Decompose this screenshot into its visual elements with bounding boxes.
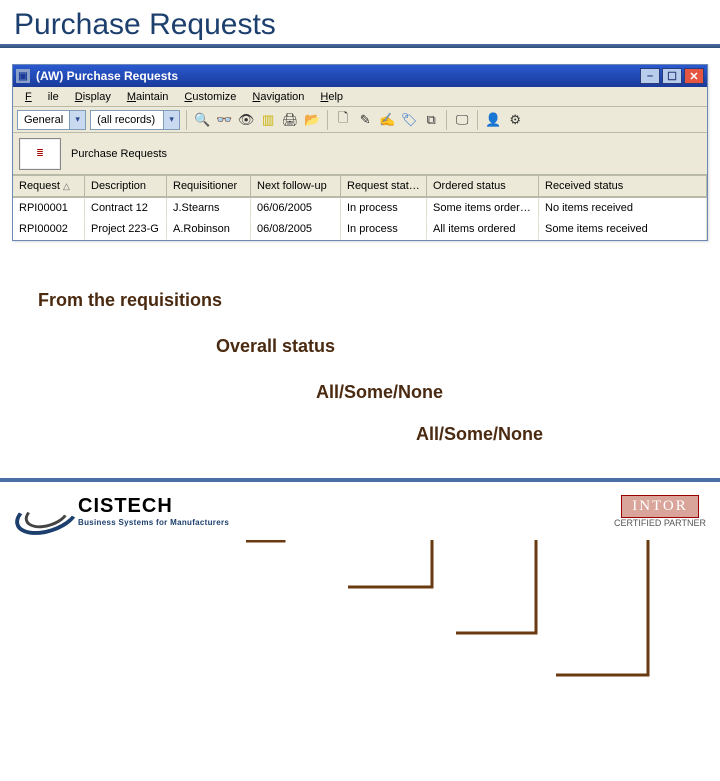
toolbar-separator: [327, 110, 328, 130]
sign-icon[interactable]: ✍: [378, 111, 396, 129]
menu-file[interactable]: File: [17, 89, 67, 105]
user-icon[interactable]: 👤: [484, 111, 502, 129]
close-button[interactable]: ✕: [684, 68, 704, 84]
app-system-icon: ▣: [16, 69, 30, 83]
toolbar: General ▾ (all records) ▾ 🔍 👓 👁 ▥ 🖨 📂 🗋 …: [13, 107, 707, 133]
cell: RPI00002: [13, 219, 85, 240]
col-description[interactable]: Description: [85, 176, 167, 198]
open-icon[interactable]: 📂: [303, 111, 321, 129]
cell: Contract 12: [85, 198, 167, 219]
slide-title: Purchase Requests: [0, 0, 720, 44]
tab-card-icon[interactable]: ≣: [19, 138, 61, 170]
table-row[interactable]: RPI00001 Contract 12 J.Stearns 06/06/200…: [13, 198, 707, 219]
cell: Some items received: [539, 219, 707, 240]
toolbar-separator: [186, 110, 187, 130]
slide-footer: CISTECH Business Systems for Manufacture…: [0, 478, 720, 540]
grid-header: Request△ Description Requisitioner Next …: [13, 176, 707, 198]
cell: A.Robinson: [167, 219, 251, 240]
annotation-all-some-none-2: All/Some/None: [416, 424, 543, 445]
find-icon[interactable]: 🔍: [193, 111, 211, 129]
cell: Some items ordered: [427, 198, 539, 219]
tabstrip: ≣ Purchase Requests: [13, 133, 707, 175]
cell: All items ordered: [427, 219, 539, 240]
cell: 06/06/2005: [251, 198, 341, 219]
table-row[interactable]: RPI00002 Project 223-G A.Robinson 06/08/…: [13, 219, 707, 240]
chevron-down-icon[interactable]: ▾: [163, 111, 179, 129]
menu-maintain[interactable]: Maintain: [119, 89, 177, 105]
annotation-requisitions: From the requisitions: [38, 290, 222, 311]
toolbar-separator: [477, 110, 478, 130]
cell: In process: [341, 198, 427, 219]
col-next-followup[interactable]: Next follow-up: [251, 176, 341, 198]
cell: 06/08/2005: [251, 219, 341, 240]
col-received-status[interactable]: Received status: [539, 176, 707, 198]
binoculars-icon[interactable]: 👓: [215, 111, 233, 129]
menubar: File Display Maintain Customize Navigati…: [13, 87, 707, 107]
cistech-logo: CISTECH Business Systems for Manufacture…: [14, 495, 229, 527]
edit-icon[interactable]: ✎: [356, 111, 374, 129]
logo-swoosh-icon: [14, 495, 72, 527]
cell: No items received: [539, 198, 707, 219]
view-combo-value: General: [18, 114, 69, 126]
col-request-status[interactable]: Request status: [341, 176, 427, 198]
glasses-icon[interactable]: 👁: [237, 111, 255, 129]
menu-navigation[interactable]: Navigation: [244, 89, 312, 105]
cell: J.Stearns: [167, 198, 251, 219]
partner-badge: INTOR CERTIFIED PARTNER: [614, 495, 706, 528]
col-request[interactable]: Request△: [13, 176, 85, 198]
app-window: ▣ (AW) Purchase Requests – ☐ ✕ File Disp…: [12, 64, 708, 241]
cell: In process: [341, 219, 427, 240]
filter-combo[interactable]: (all records) ▾: [90, 110, 180, 130]
tag-icon[interactable]: 🏷: [400, 111, 418, 129]
toolbar-separator: [446, 110, 447, 130]
maximize-button[interactable]: ☐: [662, 68, 682, 84]
print-icon[interactable]: 🖨: [281, 111, 299, 129]
filter-combo-value: (all records): [91, 114, 163, 126]
chevron-down-icon[interactable]: ▾: [69, 111, 85, 129]
logo-brand-text: CISTECH: [78, 495, 229, 518]
logo-tagline: Business Systems for Manufacturers: [78, 518, 229, 527]
menu-display[interactable]: Display: [67, 89, 119, 105]
window-title: (AW) Purchase Requests: [36, 69, 178, 83]
gear-icon[interactable]: ⚙: [506, 111, 524, 129]
annotation-all-some-none-1: All/Some/None: [316, 382, 443, 403]
cell: RPI00001: [13, 198, 85, 219]
title-underline: [0, 44, 720, 48]
screen-icon[interactable]: 🖵: [453, 111, 471, 129]
copy-icon[interactable]: ⧉: [422, 111, 440, 129]
tab-label[interactable]: Purchase Requests: [71, 148, 167, 160]
menu-customize[interactable]: Customize: [176, 89, 244, 105]
col-requisitioner[interactable]: Requisitioner: [167, 176, 251, 198]
new-icon[interactable]: 🗋: [334, 111, 352, 129]
titlebar: ▣ (AW) Purchase Requests – ☐ ✕: [13, 65, 707, 87]
data-grid: Request△ Description Requisitioner Next …: [13, 175, 707, 240]
note-icon[interactable]: ▥: [259, 111, 277, 129]
cell: Project 223-G: [85, 219, 167, 240]
col-ordered-status[interactable]: Ordered status: [427, 176, 539, 198]
view-combo[interactable]: General ▾: [17, 110, 86, 130]
sort-asc-icon: △: [63, 181, 70, 191]
annotation-overall-status: Overall status: [216, 336, 335, 357]
minimize-button[interactable]: –: [640, 68, 660, 84]
menu-help[interactable]: Help: [312, 89, 351, 105]
partner-brand-text: INTOR: [621, 495, 699, 518]
partner-line: CERTIFIED PARTNER: [614, 518, 706, 528]
